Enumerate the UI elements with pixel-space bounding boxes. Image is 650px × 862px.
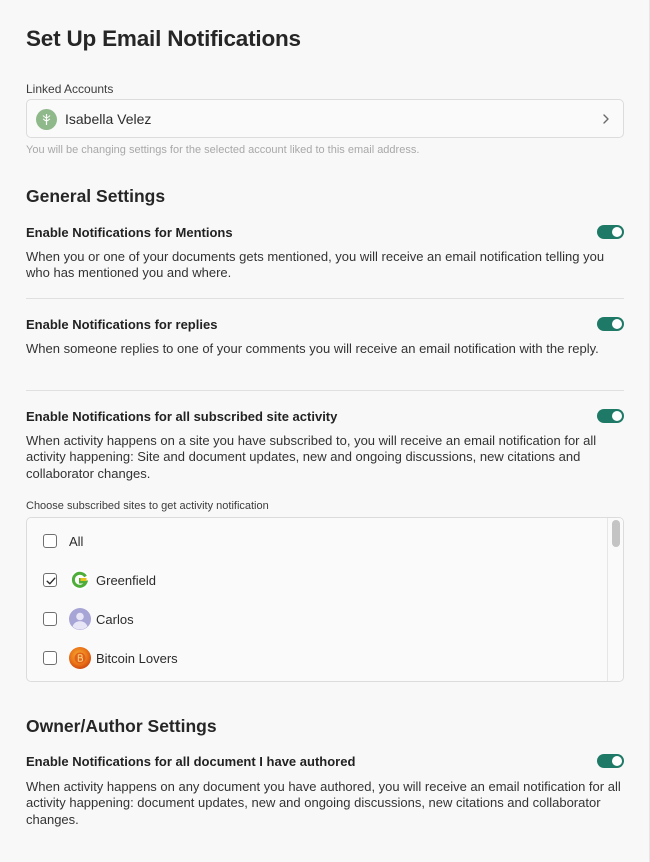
scrollbar[interactable]: [607, 518, 623, 681]
site-option-label: All: [69, 534, 84, 549]
toggle-knob: [612, 319, 622, 329]
account-name: Isabella Velez: [65, 111, 152, 127]
authored-docs-setting-description: When activity happens on any document yo…: [26, 779, 621, 827]
chevron-right-icon: [599, 112, 613, 126]
toggle-knob: [612, 411, 622, 421]
replies-setting-description: When someone replies to one of your comm…: [26, 341, 599, 356]
scrollbar-thumb[interactable]: [612, 520, 620, 547]
site-option-bitcoin-lovers[interactable]: Bitcoin Lovers: [27, 643, 607, 673]
linked-account-select[interactable]: Isabella Velez: [26, 99, 624, 138]
subscribed-activity-setting-title: Enable Notifications for all subscribed …: [26, 409, 338, 424]
linked-accounts-label: Linked Accounts: [26, 82, 114, 96]
bitcoin-logo-icon: [69, 647, 91, 669]
user-avatar-icon: [69, 608, 91, 630]
owner-author-settings-heading: Owner/Author Settings: [26, 716, 217, 736]
site-option-carlos[interactable]: Carlos: [27, 604, 607, 634]
checkbox[interactable]: [43, 534, 57, 548]
site-option-label: Greenfield: [96, 573, 156, 588]
checkbox[interactable]: [43, 612, 57, 626]
site-option-label: Bitcoin Lovers: [96, 651, 178, 666]
mentions-setting-title: Enable Notifications for Mentions: [26, 225, 233, 240]
mentions-toggle[interactable]: [597, 225, 624, 239]
checkbox-checked[interactable]: [43, 573, 57, 587]
authored-docs-setting-title: Enable Notifications for all document I …: [26, 754, 356, 769]
site-option-greenfield[interactable]: Greenfield: [27, 565, 607, 595]
divider: [26, 390, 624, 391]
mentions-setting-description: When you or one of your documents gets m…: [26, 249, 605, 281]
subscribed-activity-setting-description: When activity happens on a site you have…: [26, 433, 597, 481]
avatar: [36, 109, 57, 130]
subscribed-sites-list[interactable]: All Greenfield Carlos Bitcoin Lovers: [26, 517, 624, 682]
site-option-label: Carlos: [96, 612, 134, 627]
greenfield-logo-icon: [69, 569, 91, 591]
checkmark-icon: [46, 577, 56, 585]
notifications-panel: Set Up Email Notifications Linked Accoun…: [0, 0, 650, 862]
authored-docs-toggle[interactable]: [597, 754, 624, 768]
toggle-knob: [612, 756, 622, 766]
subscribed-sites-label: Choose subscribed sites to get activity …: [26, 500, 269, 512]
site-option-all[interactable]: All: [27, 526, 607, 556]
account-helper-text: You will be changing settings for the se…: [26, 144, 420, 156]
general-settings-heading: General Settings: [26, 186, 166, 206]
page-title: Set Up Email Notifications: [26, 26, 301, 51]
divider: [26, 298, 624, 299]
replies-toggle[interactable]: [597, 317, 624, 331]
replies-setting-title: Enable Notifications for replies: [26, 317, 218, 332]
subscribed-activity-toggle[interactable]: [597, 409, 624, 423]
checkbox[interactable]: [43, 651, 57, 665]
toggle-knob: [612, 227, 622, 237]
